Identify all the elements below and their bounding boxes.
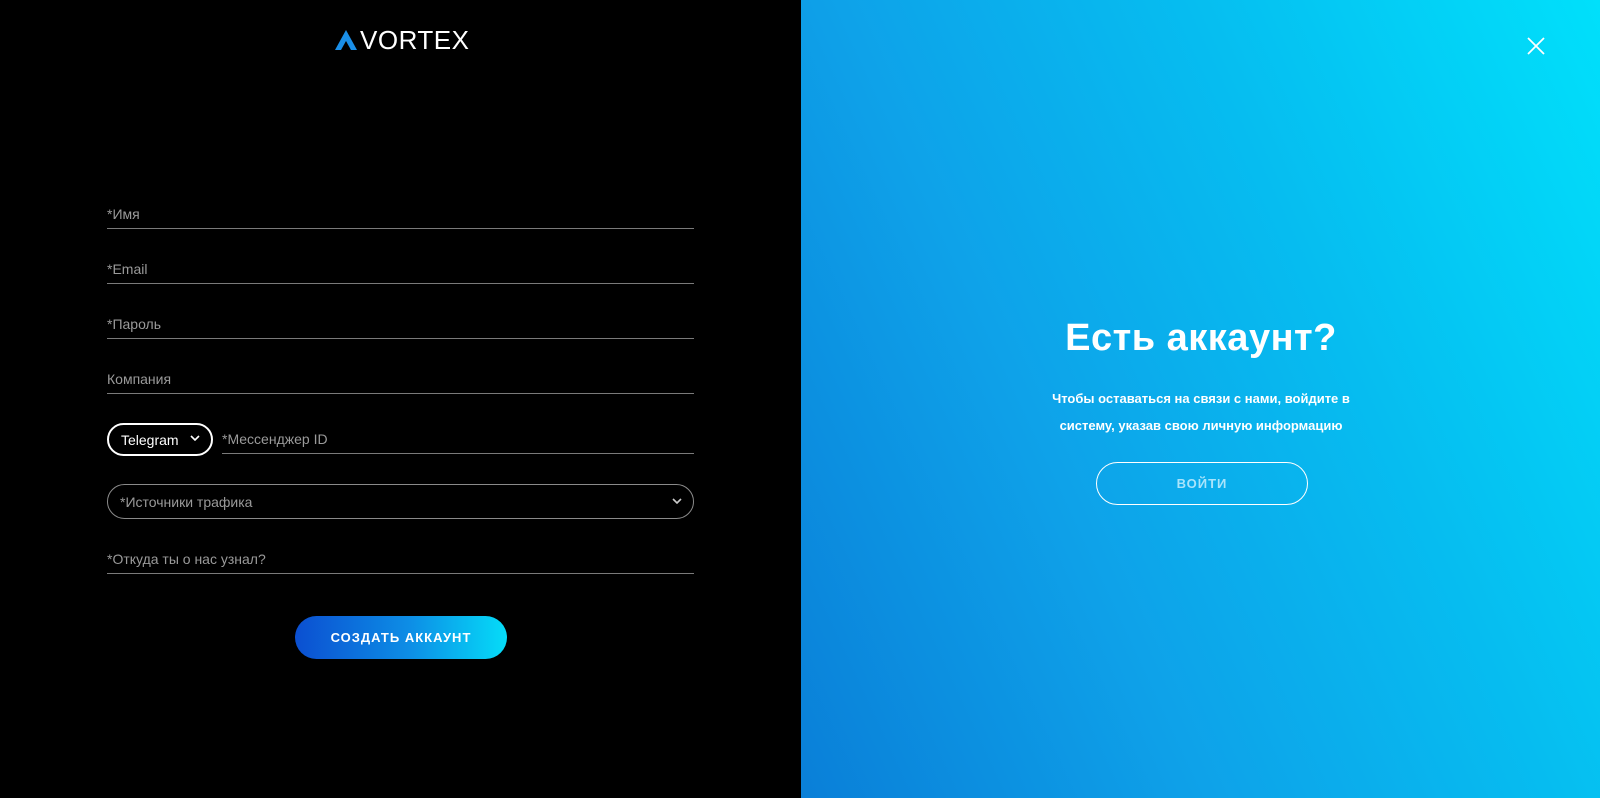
promo-text: Чтобы оставаться на связи с нами, войдит… [1052, 391, 1350, 433]
vortex-logo[interactable]: VORTEX [335, 27, 469, 53]
referral-field-wrapper [107, 544, 694, 574]
email-field-wrapper [107, 254, 694, 284]
login-promo: Есть аккаунт? Чтобы оставаться на связи … [1001, 315, 1401, 439]
signup-panel: VORTEX Telegram *Источники трафика СОЗДА… [0, 0, 801, 798]
name-field-wrapper [107, 199, 694, 229]
chevron-down-icon [672, 498, 682, 504]
company-field-wrapper [107, 364, 694, 394]
name-input[interactable] [107, 199, 694, 228]
logo-text: VORTEX [360, 25, 470, 55]
messenger-id-field-wrapper [222, 424, 694, 454]
company-input[interactable] [107, 364, 694, 393]
messenger-type-select[interactable]: Telegram [107, 423, 213, 456]
chevron-down-icon [190, 435, 200, 441]
password-field-wrapper [107, 309, 694, 339]
traffic-sources-select[interactable]: *Источники трафика [107, 484, 694, 519]
promo-title: Есть аккаунт? [1065, 317, 1337, 359]
create-account-button[interactable]: СОЗДАТЬ АККАУНТ [295, 616, 507, 659]
traffic-sources-placeholder: *Источники трафика [120, 493, 253, 510]
messenger-selected-value: Telegram [121, 431, 179, 448]
login-button[interactable]: ВОЙТИ [1096, 462, 1308, 505]
referral-input[interactable] [107, 544, 694, 573]
email-input[interactable] [107, 254, 694, 283]
password-input[interactable] [107, 309, 694, 338]
triangle-logo-icon [335, 30, 357, 50]
messenger-id-input[interactable] [222, 424, 694, 453]
close-icon[interactable] [1526, 36, 1546, 56]
